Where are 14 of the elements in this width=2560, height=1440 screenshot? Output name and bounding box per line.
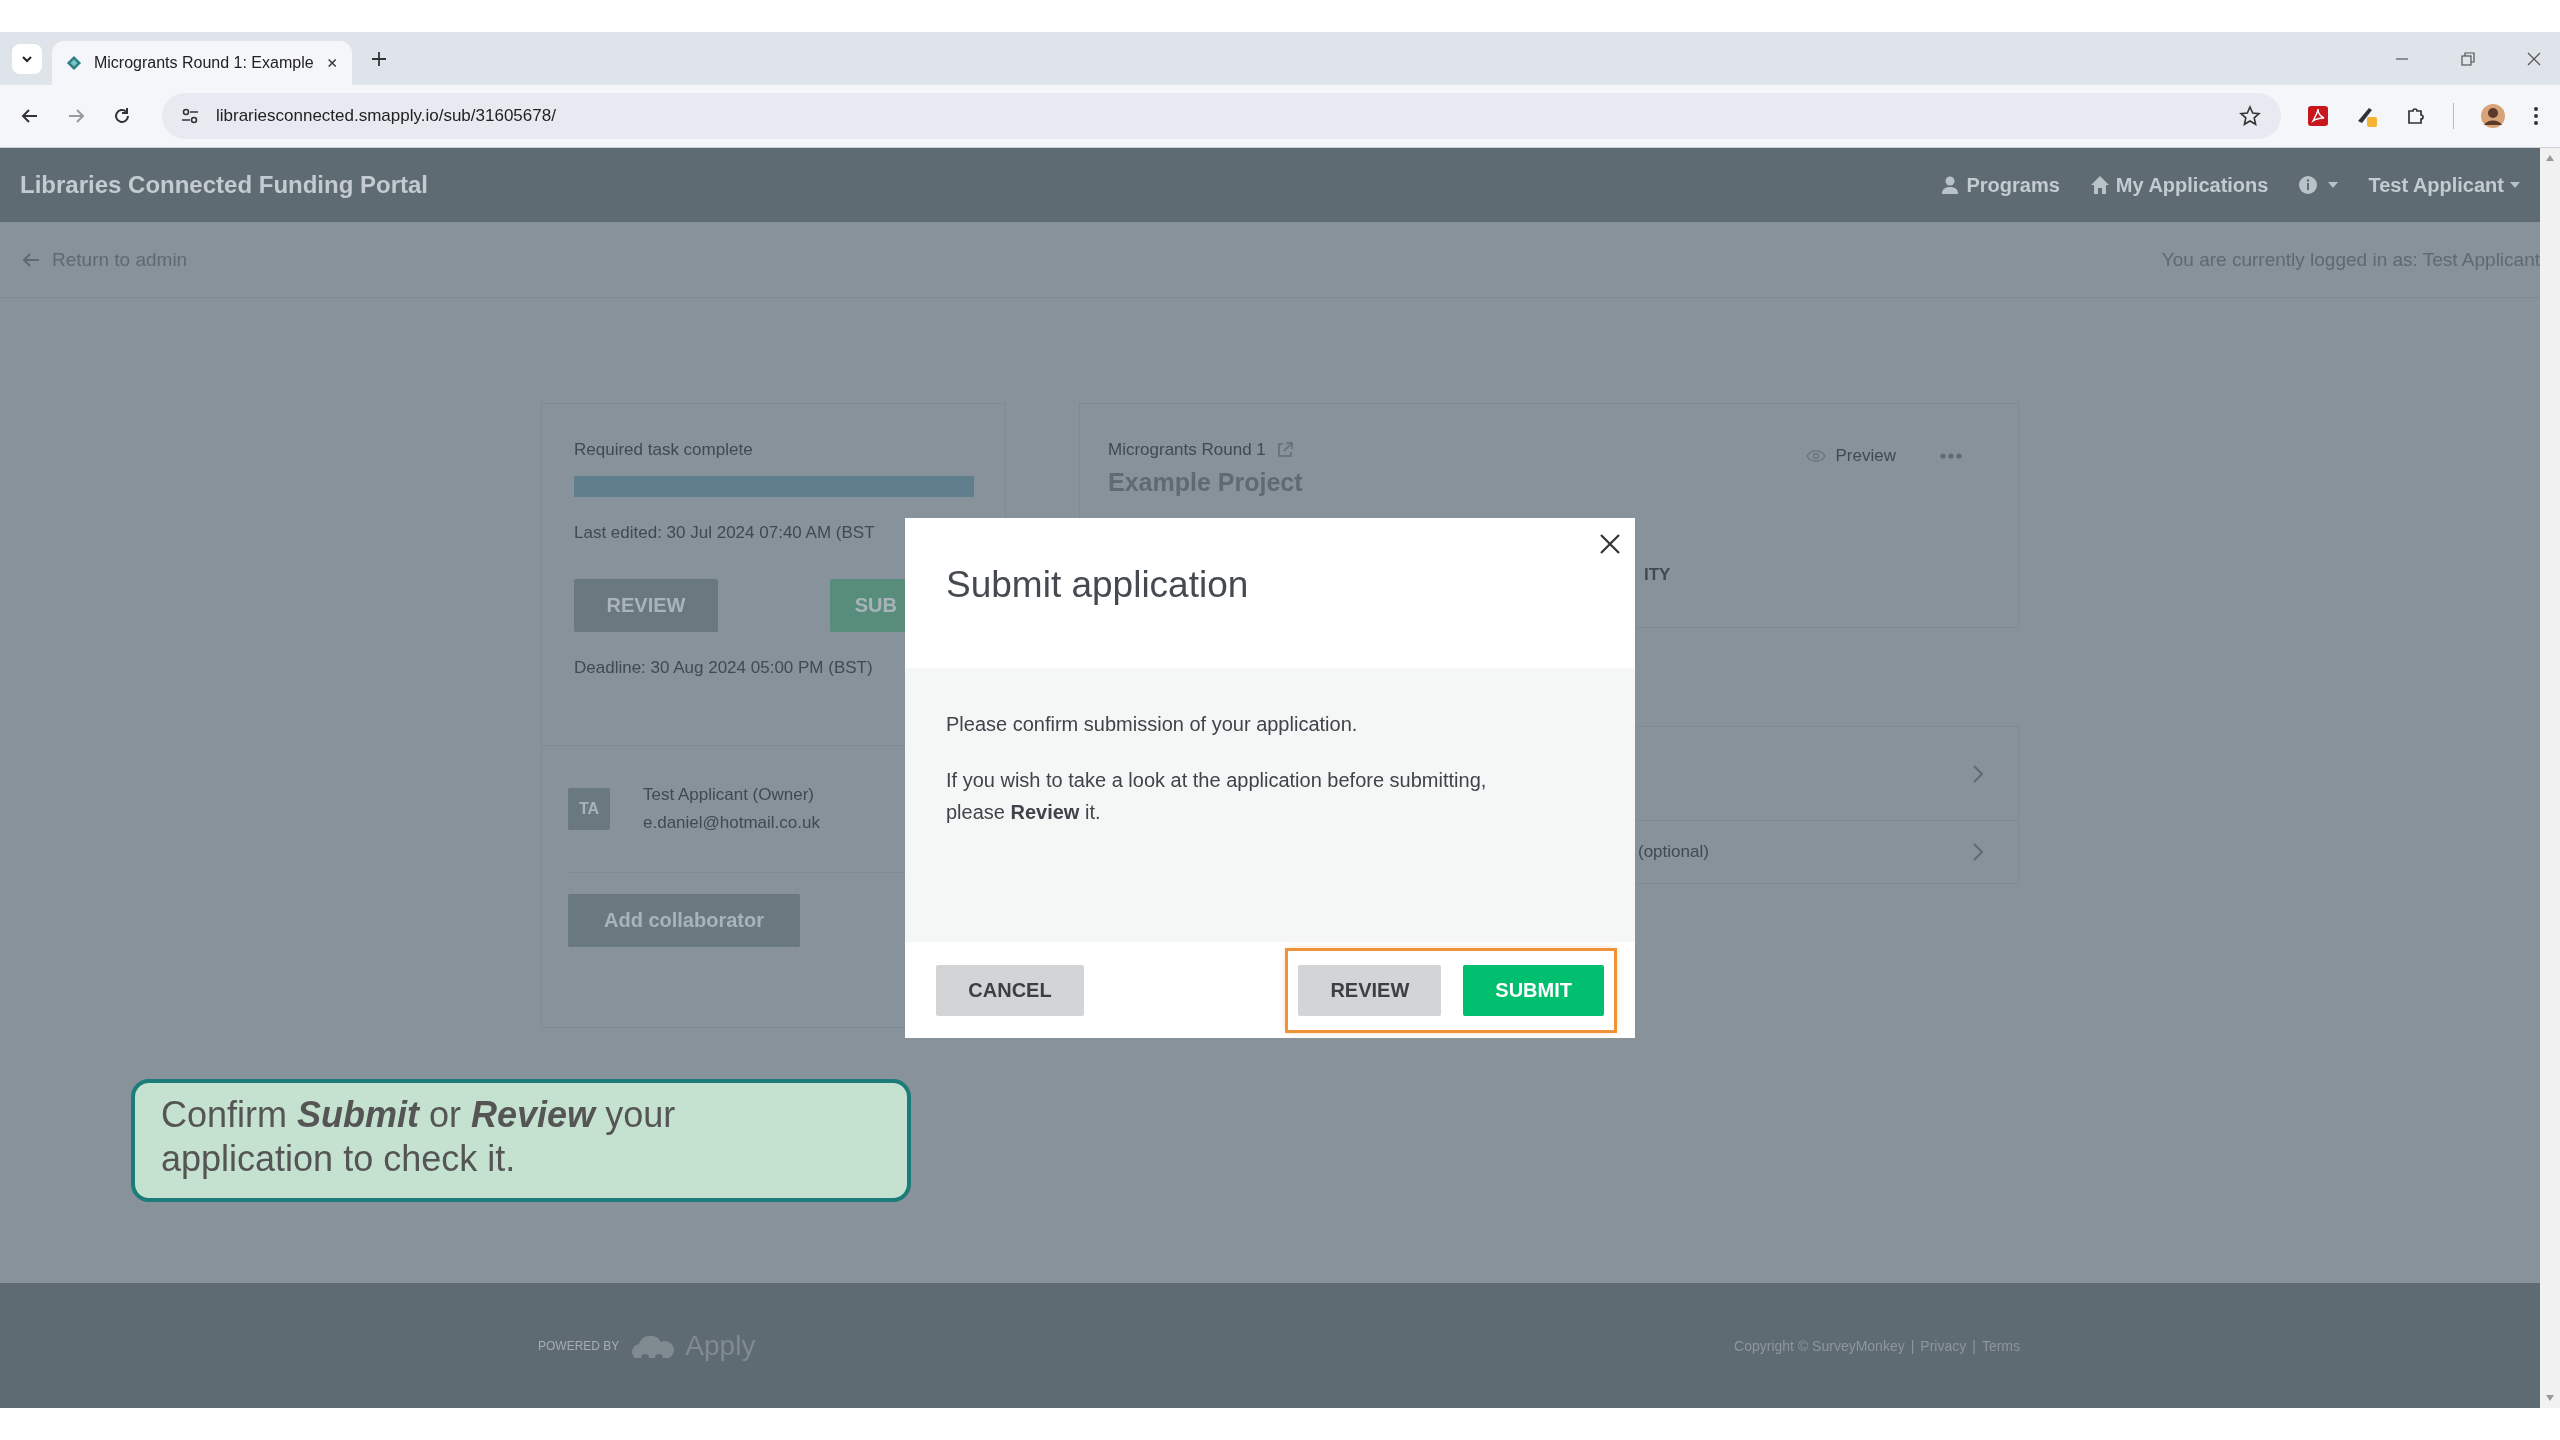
status-text: Required task complete xyxy=(574,440,754,460)
dialog-text: If you wish to take a look at the application before submitting, please Review it. xyxy=(946,768,1488,825)
avatar-initials: TA xyxy=(568,788,610,830)
separator: | xyxy=(1972,1337,1976,1354)
dialog-text: Please confirm submission of your application. xyxy=(946,712,1359,737)
tutorial-callout: Confirm Submit or Review your application to check it. xyxy=(131,1079,911,1202)
powered-by-text: POWERED BY xyxy=(538,1338,620,1353)
tab-title: Microgrants Round 1: Example xyxy=(93,54,314,72)
dialog-title: Submit application xyxy=(946,564,1249,605)
deadline-text: Deadline: 30 Aug 2024 05:00 PM (BST) xyxy=(574,658,874,678)
separator: | xyxy=(1910,1337,1915,1354)
last-edited-text: Last edited: 30 Jul 2024 07:40 AM (BST xyxy=(574,523,876,543)
collaborator-name: Test Applicant (Owner) xyxy=(643,785,815,805)
collaborator-email: e.daniel@hotmail.co.uk xyxy=(643,813,820,833)
